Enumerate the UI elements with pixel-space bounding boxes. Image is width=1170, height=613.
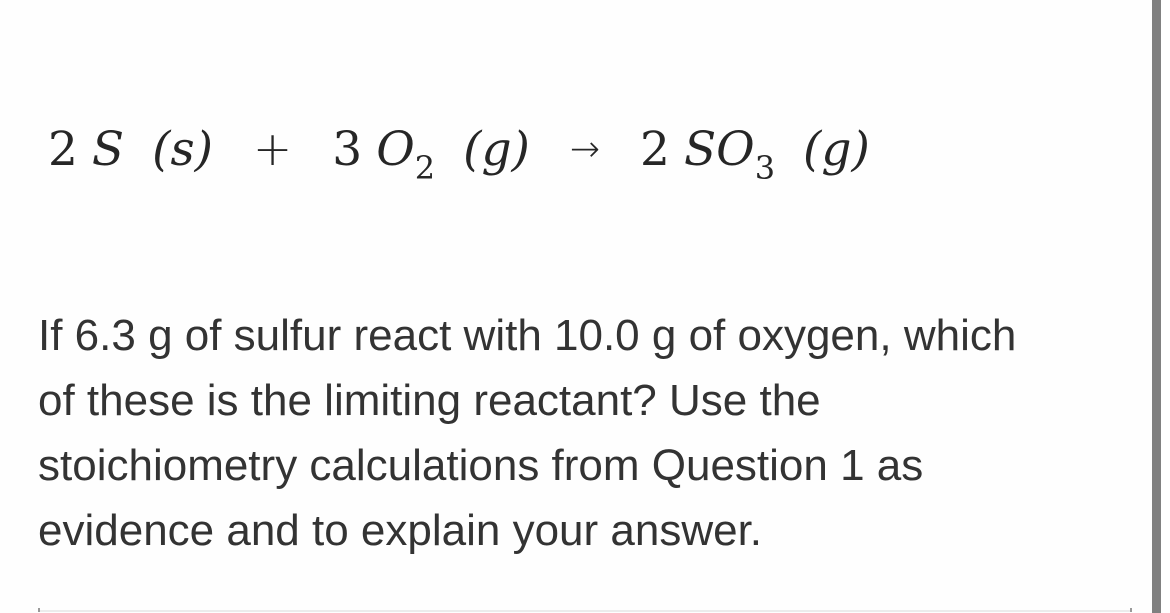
product-species: SO: [683, 122, 755, 177]
question-line: stoichiometry calculations from Question…: [38, 441, 924, 490]
chemical-equation: 2 S (s) + 3 O 2 (g) → 2 SO 3 (g): [48, 122, 870, 187]
bottom-divider: [38, 608, 1132, 612]
reactant2-subscript: 2: [414, 149, 436, 187]
reactant2-species: O: [376, 122, 415, 177]
reactant2-coefficient: 3: [332, 122, 363, 177]
product-state: (g): [803, 122, 870, 177]
reactant1-state: (s): [152, 122, 213, 177]
plus-sign: +: [252, 122, 293, 177]
question-line: If 6.3 g of sulfur react with 10.0 g of …: [38, 311, 1017, 360]
question-line: of these is the limiting reactant? Use t…: [38, 376, 821, 425]
reactant2-state: (g): [463, 122, 530, 177]
question-text: If 6.3 g of sulfur react with 10.0 g of …: [38, 303, 1138, 563]
reactant1-species: S: [91, 122, 125, 177]
question-line: evidence and to explain your answer.: [38, 506, 763, 555]
product-coefficient: 2: [640, 122, 670, 177]
reaction-arrow: →: [569, 129, 601, 170]
reactant1-coefficient: 2: [48, 122, 78, 177]
product-subscript: 3: [754, 149, 776, 187]
vertical-scrollbar[interactable]: [1152, 0, 1161, 613]
